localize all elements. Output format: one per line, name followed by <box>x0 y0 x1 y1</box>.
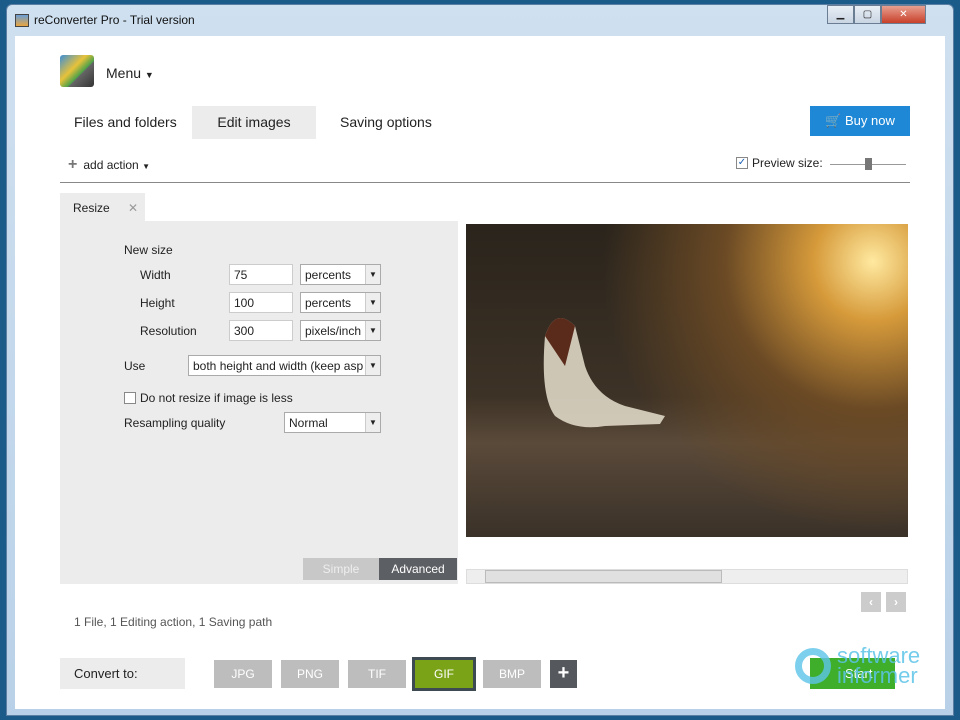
preview-size: ✓ Preview size: <box>736 156 823 170</box>
action-tab-label: Resize <box>73 201 110 215</box>
next-image-button[interactable]: › <box>886 592 906 612</box>
tab-files-and-folders[interactable]: Files and folders <box>60 106 191 139</box>
image-preview <box>466 224 908 537</box>
menu-button[interactable]: Menu ▼ <box>106 65 154 81</box>
resampling-value: Normal <box>289 416 328 430</box>
format-png-button[interactable]: PNG <box>281 660 339 688</box>
width-input[interactable]: 75 <box>229 264 293 285</box>
chevron-down-icon: ▼ <box>365 413 380 432</box>
format-gif-button[interactable]: GIF <box>412 657 476 691</box>
tab-saving-options[interactable]: Saving options <box>326 106 446 139</box>
maximize-button[interactable]: ▢ <box>854 5 881 24</box>
height-label: Height <box>140 296 175 310</box>
preview-size-label: Preview size: <box>752 156 823 170</box>
watermark-line2: informer <box>837 663 918 688</box>
height-input[interactable]: 100 <box>229 292 293 313</box>
watermark: software informer <box>837 645 920 688</box>
no-resize-checkbox[interactable] <box>124 392 136 404</box>
resampling-select[interactable]: Normal ▼ <box>284 412 381 433</box>
use-value: both height and width (keep asp <box>193 359 364 373</box>
chevron-down-icon: ▼ <box>365 321 380 340</box>
app-icon <box>15 13 29 27</box>
width-label: Width <box>140 268 171 282</box>
app-window: reConverter Pro - Trial version ▁ ▢ ✕ Me… <box>6 4 954 716</box>
caret-down-icon: ▼ <box>142 162 150 171</box>
simple-mode-button[interactable]: Simple <box>303 558 379 580</box>
resolution-input[interactable]: 300 <box>229 320 293 341</box>
add-action-label: add action <box>83 158 139 172</box>
chevron-down-icon: ▼ <box>365 356 380 375</box>
resampling-label: Resampling quality <box>124 416 226 430</box>
resolution-unit-value: pixels/inch <box>305 324 362 338</box>
add-action-button[interactable]: + add action ▼ <box>68 156 150 174</box>
caret-down-icon: ▼ <box>144 70 154 80</box>
app-logo <box>60 55 94 87</box>
title-bar: reConverter Pro - Trial version <box>15 13 195 27</box>
menu-label: Menu <box>106 65 142 81</box>
watermark-logo-icon <box>795 648 831 684</box>
advanced-mode-button[interactable]: Advanced <box>379 558 457 580</box>
preview-subject <box>543 318 665 428</box>
buy-label: Buy now <box>844 113 895 128</box>
minimize-button[interactable]: ▁ <box>827 5 854 24</box>
previous-image-button[interactable]: ‹ <box>861 592 881 612</box>
close-icon[interactable]: ✕ <box>128 193 138 224</box>
divider <box>60 182 910 183</box>
width-unit-select[interactable]: percents ▼ <box>300 264 381 285</box>
no-resize-option[interactable]: Do not resize if image is less <box>124 391 293 405</box>
client-area: Menu ▼ Files and folders Edit images Sav… <box>15 36 945 709</box>
slider-thumb[interactable] <box>865 158 872 170</box>
chevron-down-icon: ▼ <box>365 293 380 312</box>
new-size-label: New size <box>124 243 173 257</box>
height-unit-select[interactable]: percents ▼ <box>300 292 381 313</box>
format-jpg-button[interactable]: JPG <box>214 660 272 688</box>
use-select[interactable]: both height and width (keep asp ▼ <box>188 355 381 376</box>
add-format-button[interactable]: + <box>550 660 577 688</box>
buy-now-button[interactable]: 🛒 Buy now <box>810 106 910 136</box>
tab-edit-images[interactable]: Edit images <box>192 106 316 139</box>
width-unit-value: percents <box>305 268 352 282</box>
window-title: reConverter Pro - Trial version <box>34 13 195 27</box>
use-label: Use <box>124 359 146 373</box>
chevron-down-icon: ▼ <box>365 265 380 284</box>
resolution-label: Resolution <box>140 324 197 338</box>
height-unit-value: percents <box>305 296 352 310</box>
convert-to-label: Convert to: <box>60 658 185 689</box>
action-tab-resize[interactable]: Resize ✕ <box>60 193 145 221</box>
no-resize-label: Do not resize if image is less <box>140 391 293 405</box>
window-controls: ▁ ▢ ✕ <box>827 5 926 24</box>
status-summary: 1 File, 1 Editing action, 1 Saving path <box>74 615 273 629</box>
format-tif-button[interactable]: TIF <box>348 660 406 688</box>
resize-panel: New size Width 75 percents ▼ Height 100 p… <box>60 221 458 584</box>
scrollbar-thumb[interactable] <box>485 570 722 583</box>
format-bmp-button[interactable]: BMP <box>483 660 541 688</box>
cart-icon: 🛒 <box>825 113 842 128</box>
resolution-unit-select[interactable]: pixels/inch ▼ <box>300 320 381 341</box>
plus-icon: + <box>68 156 78 173</box>
preview-checkbox[interactable]: ✓ <box>736 157 748 169</box>
close-button[interactable]: ✕ <box>881 5 926 24</box>
